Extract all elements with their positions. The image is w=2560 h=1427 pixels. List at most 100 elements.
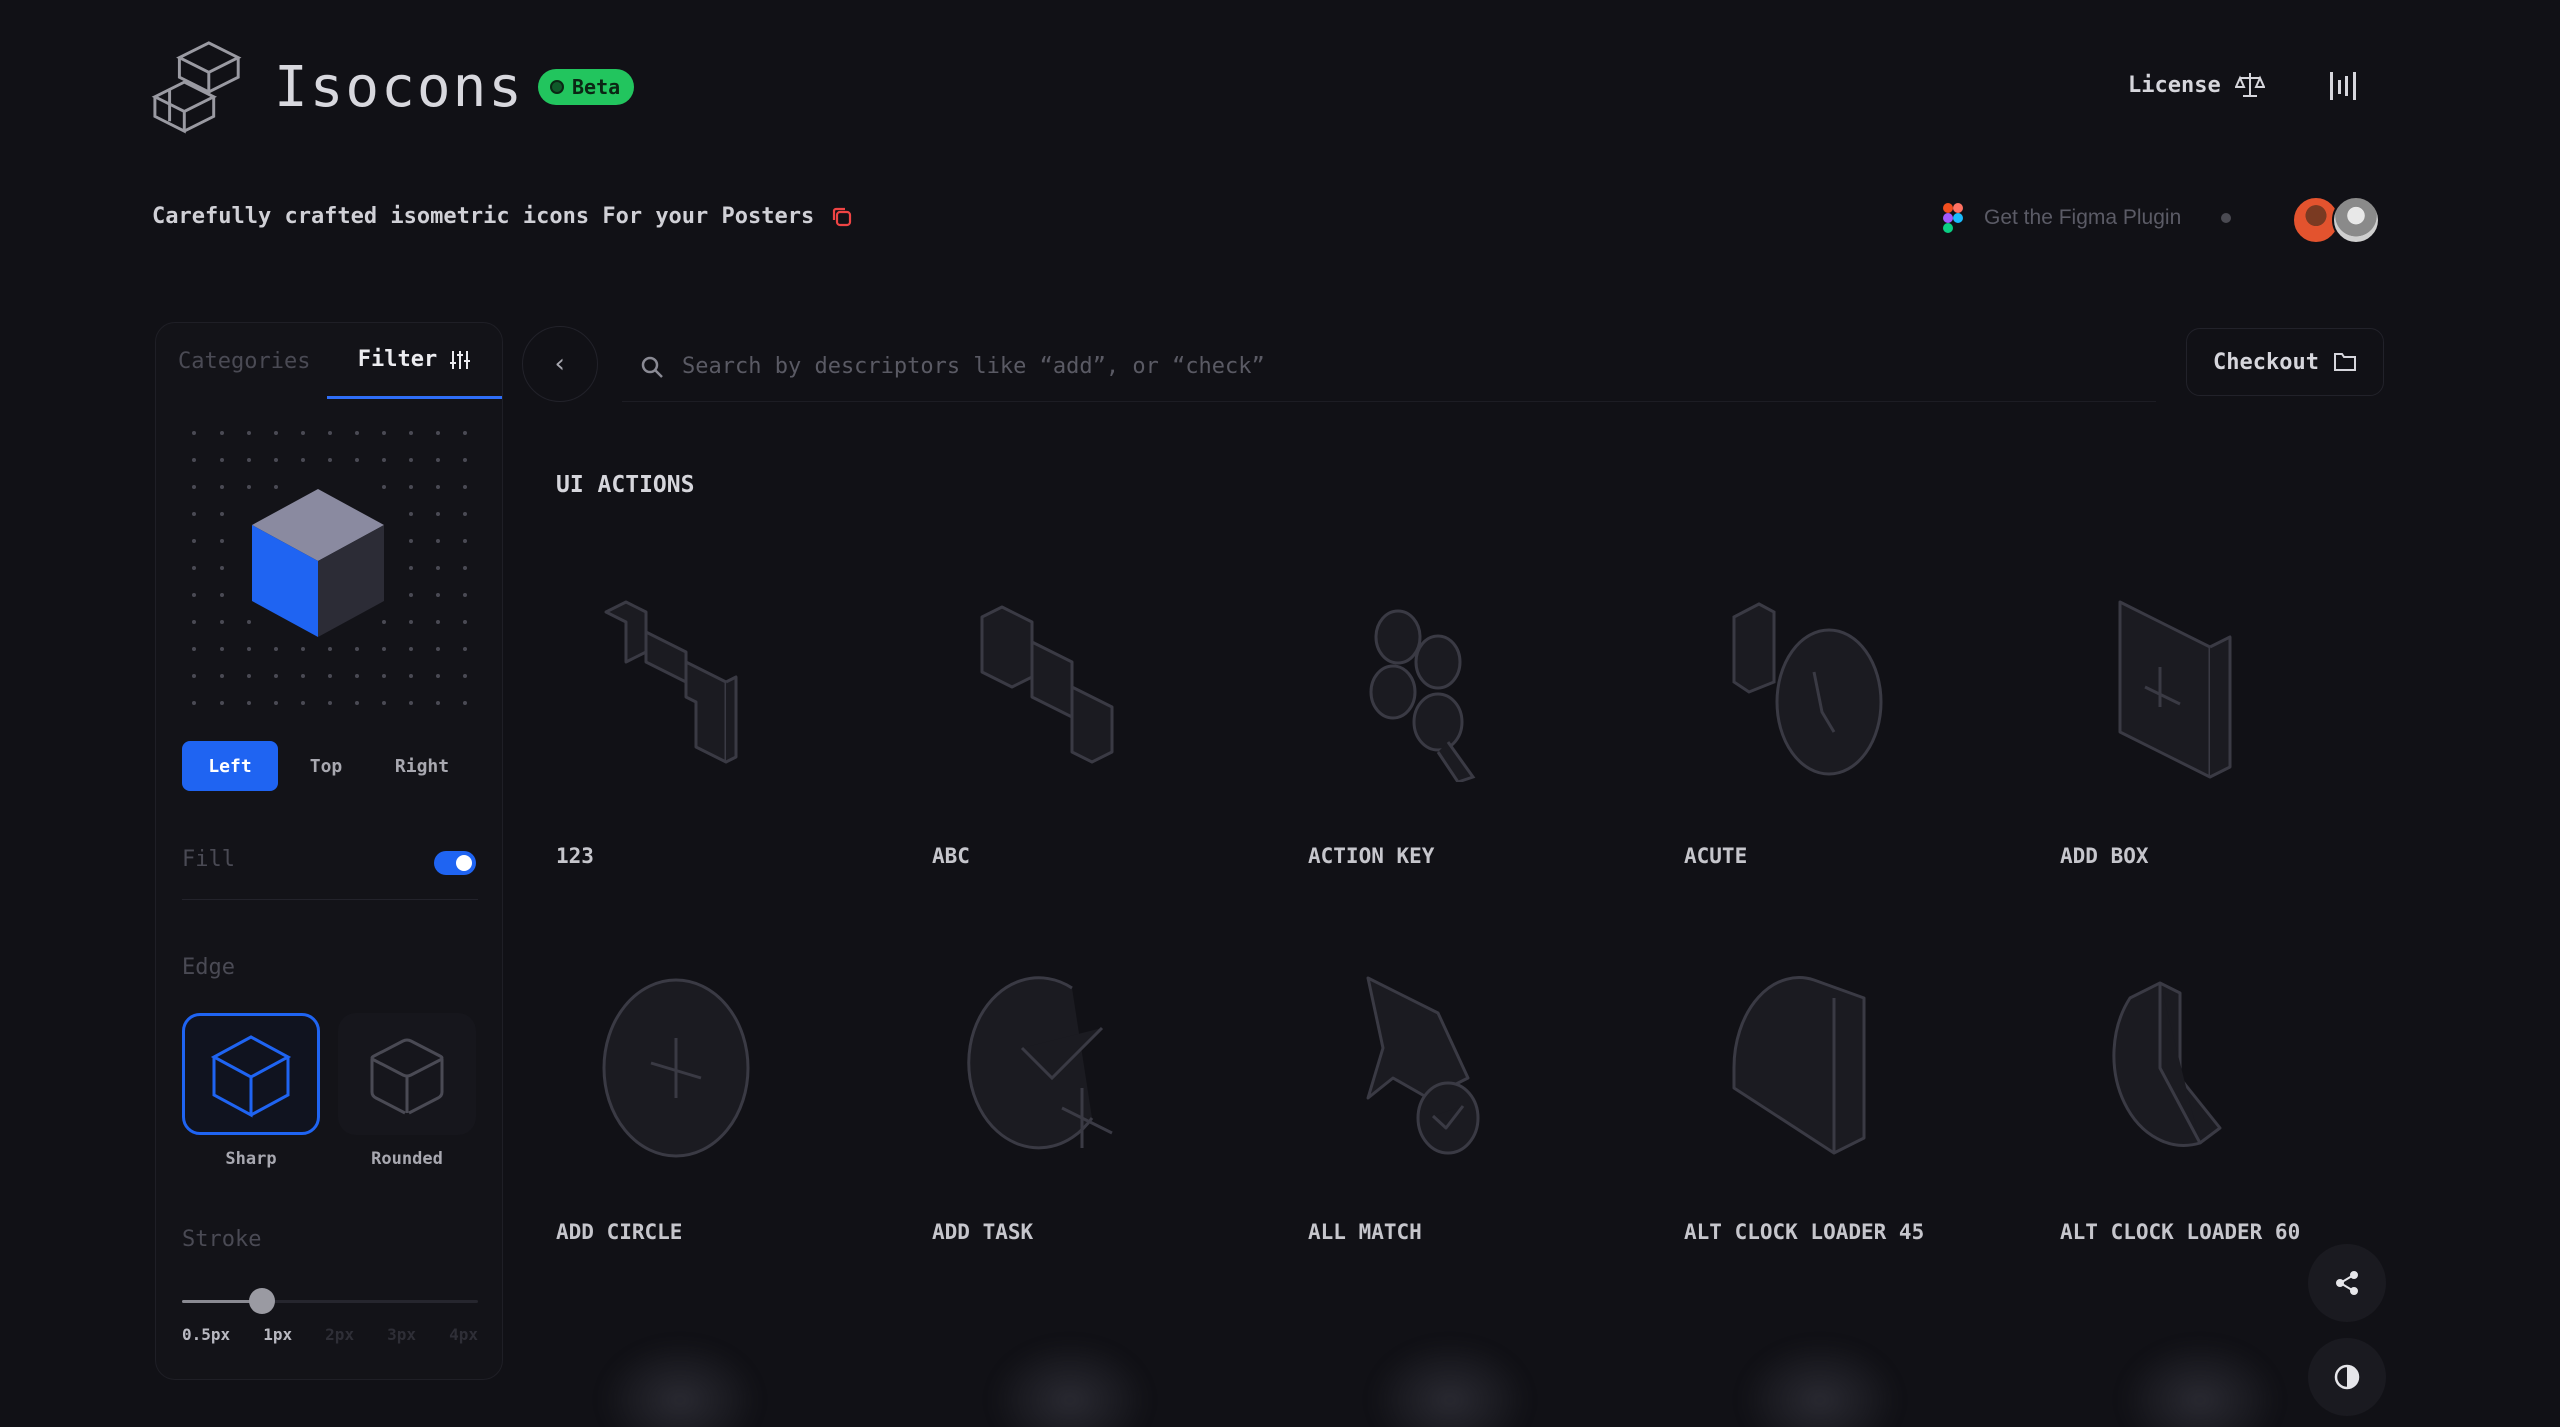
license-link[interactable]: License bbox=[2128, 70, 2265, 100]
stroke-tick[interactable]: 4px bbox=[449, 1325, 478, 1344]
add-box-icon bbox=[2118, 600, 2232, 779]
icon-tile[interactable]: ADD BOX bbox=[2060, 592, 2280, 868]
icon-tile-placeholder bbox=[1370, 1340, 1530, 1427]
share-icon bbox=[2336, 1271, 2358, 1295]
icon-label: ABC bbox=[932, 844, 970, 868]
stroke-label: Stroke bbox=[182, 1227, 262, 1252]
scales-icon bbox=[2234, 73, 2265, 97]
filter-sidebar: Categories Filter Left Top Right Fill Ed… bbox=[155, 322, 503, 1380]
tagline-text: Carefully crafted isometric icons For yo… bbox=[152, 204, 815, 229]
divider bbox=[182, 899, 478, 900]
avatar[interactable] bbox=[2332, 196, 2380, 244]
audio-bars-icon[interactable] bbox=[2328, 70, 2360, 102]
view-direction-selector: Left Top Right bbox=[182, 741, 478, 791]
icon-tile[interactable]: ADD CIRCLE bbox=[556, 968, 776, 1244]
icon-tile[interactable]: ALT CLOCK LOADER 60 bbox=[2060, 968, 2300, 1244]
cube-icon bbox=[252, 489, 384, 637]
sliders-icon bbox=[450, 350, 471, 369]
chevron-left-icon: ‹ bbox=[552, 349, 568, 379]
icon-label: ADD CIRCLE bbox=[556, 1220, 683, 1244]
share-button[interactable] bbox=[2308, 1244, 2386, 1322]
collapse-sidebar-button[interactable]: ‹ bbox=[522, 326, 598, 402]
fill-toggle[interactable] bbox=[434, 851, 476, 875]
edge-sharp-label: Sharp bbox=[225, 1149, 277, 1169]
add-task-icon bbox=[967, 976, 1113, 1150]
icon-tile[interactable]: 123 bbox=[556, 592, 776, 868]
direction-right-button[interactable]: Right bbox=[374, 741, 470, 791]
edge-rounded-label: Rounded bbox=[371, 1149, 443, 1169]
checkout-label: Checkout bbox=[2213, 349, 2319, 375]
icon-label: 123 bbox=[556, 844, 594, 868]
avatar-group[interactable] bbox=[2292, 196, 2380, 244]
tab-categories-label: Categories bbox=[178, 348, 311, 374]
icon-label: ACUTE bbox=[1684, 844, 1748, 868]
tab-categories[interactable]: Categories bbox=[156, 323, 327, 399]
icon-tile[interactable]: ABC bbox=[932, 592, 1152, 868]
icon-label: ALT CLOCK LOADER 45 bbox=[1684, 1220, 1925, 1244]
copy-icon[interactable] bbox=[830, 205, 854, 229]
stroke-tick[interactable]: 0.5px bbox=[182, 1325, 230, 1344]
icon-tile[interactable]: ADD TASK bbox=[932, 968, 1152, 1244]
status-dot bbox=[2221, 213, 2232, 223]
stroke-slider[interactable] bbox=[182, 1288, 478, 1314]
search-icon bbox=[641, 356, 663, 378]
add-circle-icon bbox=[602, 978, 750, 1158]
action-key-icon bbox=[1369, 609, 1476, 782]
sharp-cube-icon bbox=[210, 1035, 292, 1118]
alt-clock-loader-60-icon bbox=[2112, 981, 2222, 1147]
acute-icon bbox=[1732, 602, 1883, 776]
alt-clock-loader-45-icon bbox=[1732, 976, 1866, 1155]
edge-rounded-option[interactable] bbox=[338, 1013, 476, 1135]
icon-label: ADD TASK bbox=[932, 1220, 1034, 1244]
app-name: Isocons bbox=[274, 54, 525, 120]
icon-label: ADD BOX bbox=[2060, 844, 2149, 868]
stroke-ticks: 0.5px 1px 2px 3px 4px bbox=[182, 1325, 478, 1344]
fill-label: Fill bbox=[182, 847, 235, 872]
tab-filter[interactable]: Filter bbox=[327, 323, 502, 399]
stroke-tick[interactable]: 1px bbox=[263, 1325, 292, 1344]
figma-plugin-link[interactable]: Get the Figma Plugin bbox=[1942, 202, 2232, 234]
toggle-knob bbox=[456, 855, 472, 871]
icon-tile[interactable]: ALT CLOCK LOADER 45 bbox=[1684, 968, 1924, 1244]
figma-label: Get the Figma Plugin bbox=[1984, 206, 2182, 229]
icon-tile[interactable]: ALL MATCH bbox=[1308, 968, 1528, 1244]
checkout-button[interactable]: Checkout bbox=[2186, 328, 2384, 396]
direction-top-button[interactable]: Top bbox=[278, 741, 374, 791]
edge-label: Edge bbox=[182, 955, 235, 980]
icon-tile-placeholder bbox=[2120, 1340, 2280, 1427]
brand[interactable]: Isocons Beta bbox=[150, 38, 635, 136]
icon-label: ALL MATCH bbox=[1308, 1220, 1422, 1244]
isometric-preview[interactable] bbox=[192, 431, 468, 707]
isocons-logo bbox=[151, 41, 242, 134]
icon-label: ALT CLOCK LOADER 60 bbox=[2060, 1220, 2301, 1244]
rounded-cube-icon bbox=[370, 1038, 444, 1115]
sidebar-tabs: Categories Filter bbox=[156, 323, 502, 399]
theme-toggle-button[interactable] bbox=[2308, 1338, 2386, 1416]
slider-handle[interactable] bbox=[249, 1288, 275, 1314]
folder-icon bbox=[2333, 353, 2356, 371]
beta-badge: Beta bbox=[538, 69, 635, 105]
numbers-123-icon bbox=[604, 600, 738, 764]
abc-icon bbox=[980, 605, 1114, 764]
icon-tile[interactable]: ACTION KEY bbox=[1308, 592, 1528, 868]
edge-sharp-option[interactable] bbox=[182, 1013, 320, 1135]
direction-left-button[interactable]: Left bbox=[182, 741, 278, 791]
tagline: Carefully crafted isometric icons For yo… bbox=[152, 204, 854, 229]
stroke-tick[interactable]: 3px bbox=[387, 1325, 416, 1344]
license-label: License bbox=[2128, 72, 2221, 98]
icon-tile-placeholder bbox=[600, 1340, 760, 1427]
stroke-tick[interactable]: 2px bbox=[325, 1325, 354, 1344]
section-title: UI ACTIONS bbox=[556, 472, 695, 498]
beta-label: Beta bbox=[572, 75, 621, 99]
icon-tile-placeholder bbox=[1740, 1340, 1900, 1427]
search-input[interactable]: Search by descriptors like “add”, or “ch… bbox=[682, 354, 1265, 379]
icon-tile[interactable]: ACUTE bbox=[1684, 592, 1904, 868]
tab-filter-label: Filter bbox=[357, 347, 438, 372]
beta-dot-icon bbox=[550, 80, 565, 94]
search-bar[interactable]: Search by descriptors like “add”, or “ch… bbox=[622, 332, 2156, 402]
all-match-icon bbox=[1366, 976, 1480, 1155]
figma-icon bbox=[1943, 203, 1963, 233]
icon-label: ACTION KEY bbox=[1308, 844, 1435, 868]
contrast-icon bbox=[2334, 1364, 2360, 1390]
icon-tile-placeholder bbox=[990, 1340, 1150, 1427]
